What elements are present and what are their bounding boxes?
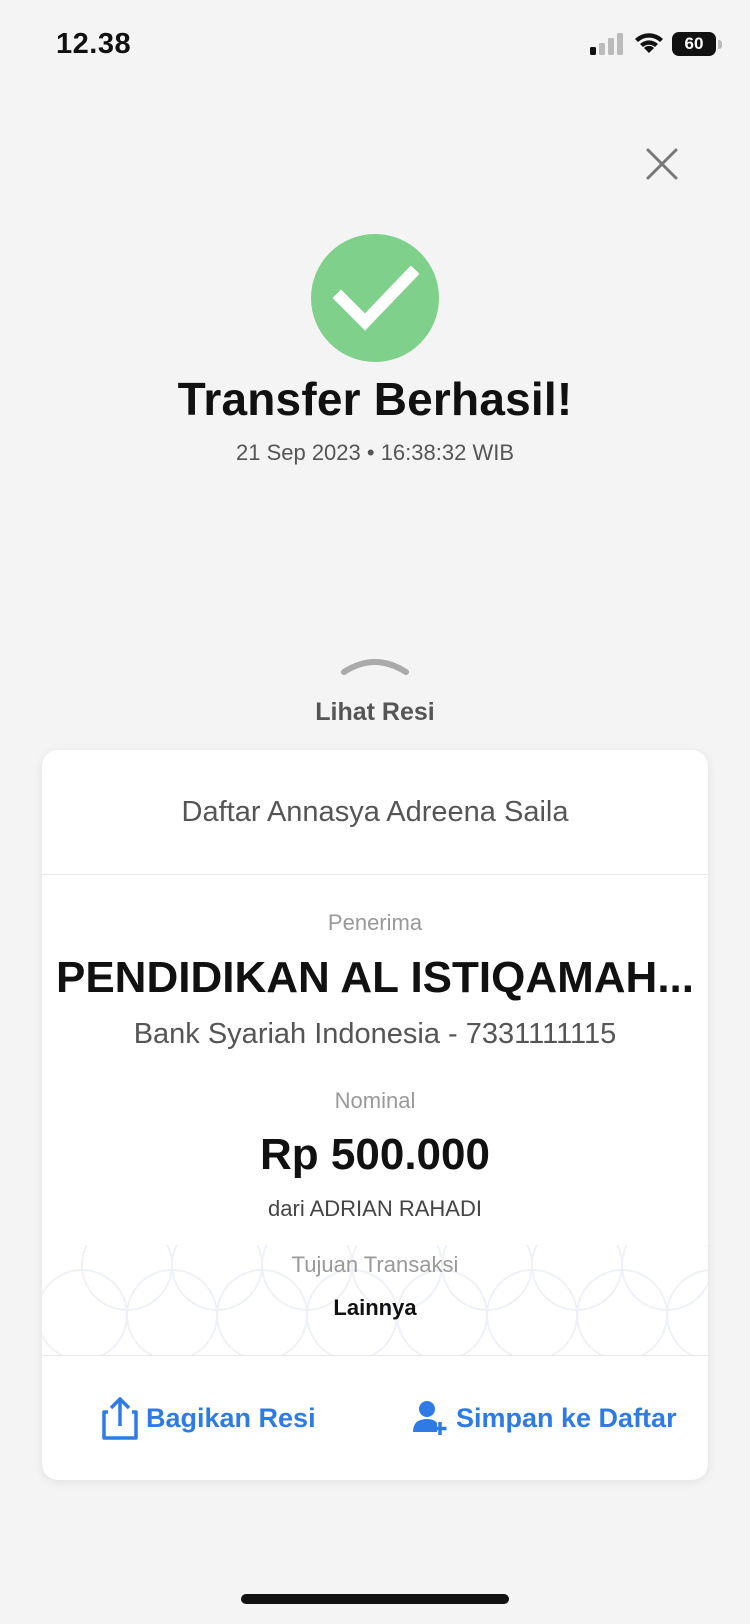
- wifi-icon: [635, 33, 663, 53]
- transfer-amount: Rp 500.000: [260, 1130, 490, 1179]
- battery-icon: 60: [672, 32, 716, 56]
- add-user-icon: [413, 1401, 447, 1435]
- receipt-card: Daftar Annasya Adreena Saila Penerima PE…: [42, 750, 708, 1480]
- card-actions: Bagikan Resi Simpan ke Daftar: [42, 1355, 708, 1480]
- purpose-label: Tujuan Transaksi: [291, 1252, 459, 1277]
- close-icon[interactable]: [640, 142, 684, 186]
- recipient-label: Penerima: [327, 910, 423, 935]
- share-icon: [102, 1397, 138, 1440]
- purpose-value: Lainnya: [333, 1295, 417, 1320]
- save-to-list-label: Simpan ke Daftar: [456, 1402, 677, 1433]
- chevron-up-icon[interactable]: [340, 652, 410, 676]
- amount-label: Nominal: [334, 1088, 416, 1113]
- card-header: Daftar Annasya Adreena Saila: [42, 750, 708, 875]
- transaction-datetime: 21 Sep 2023 • 16:38:32 WIB: [235, 440, 514, 465]
- share-receipt-button[interactable]: Bagikan Resi: [102, 1394, 316, 1442]
- status-bar: 12.38 60: [0, 0, 750, 90]
- see-receipt-button[interactable]: Lihat Resi: [0, 698, 750, 727]
- sender-name: dari ADRIAN RAHADI: [268, 1196, 482, 1221]
- status-time: 12.38: [56, 28, 132, 60]
- share-receipt-label: Bagikan Resi: [146, 1402, 316, 1433]
- cellular-signal-icon: [590, 33, 623, 55]
- battery-cap: [718, 40, 722, 49]
- page-title: Transfer Berhasil!: [177, 373, 573, 425]
- recipient-name: PENDIDIKAN AL ISTIQAMAH...: [55, 953, 695, 1002]
- recipient-bank-account: Bank Syariah Indonesia - 7331111115: [133, 1018, 617, 1050]
- home-indicator[interactable]: [241, 1594, 509, 1604]
- success-check-icon: [311, 234, 439, 362]
- save-to-list-button[interactable]: Simpan ke Daftar: [412, 1394, 677, 1442]
